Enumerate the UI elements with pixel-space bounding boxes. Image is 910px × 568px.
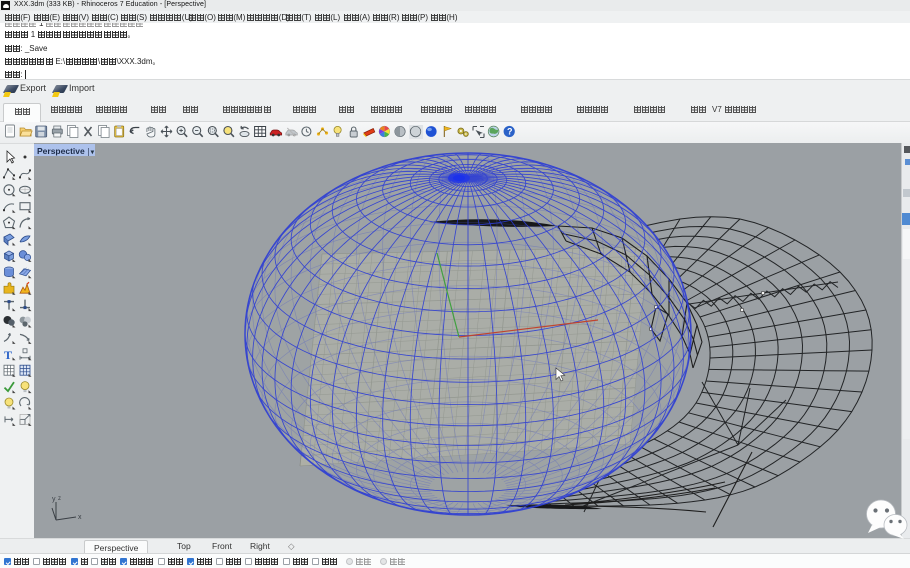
- svg-text:x: x: [78, 514, 82, 521]
- svg-text:y: y: [52, 496, 56, 503]
- svg-text:T: T: [4, 348, 12, 362]
- svg-text:z: z: [58, 496, 61, 502]
- svg-text:?: ?: [507, 127, 513, 137]
